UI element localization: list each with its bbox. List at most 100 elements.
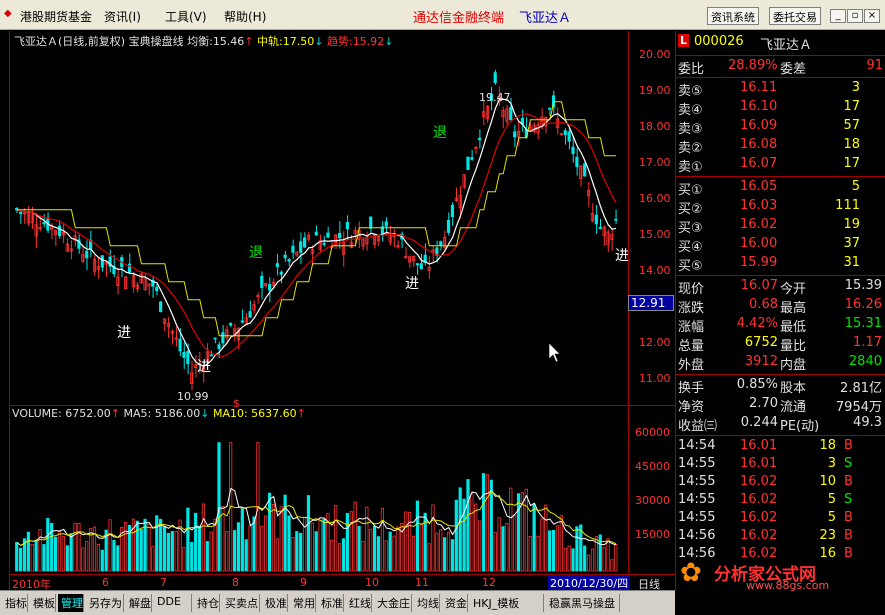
date-month-8: 8 <box>232 576 239 589</box>
volume-bar <box>213 518 217 572</box>
candle-body <box>302 237 307 248</box>
menu-help[interactable]: 帮助(H) <box>224 8 266 25</box>
tick-price: 16.02 <box>740 528 778 543</box>
date-month-6: 6 <box>102 576 109 589</box>
volume-value: 6752.00 <box>65 407 111 420</box>
info-system-button[interactable]: 资讯系统 <box>707 7 759 25</box>
candle-body <box>155 286 159 292</box>
volume-bar <box>100 549 104 572</box>
sell-level-label: 卖② <box>678 141 703 156</box>
tick-side: B <box>844 510 853 525</box>
bottom-tab[interactable]: 标准 <box>318 594 344 612</box>
close-icon[interactable]: × <box>864 9 880 23</box>
tick-row: 14:55 16.02 5 S <box>676 492 885 510</box>
sell-row[interactable]: 卖① 16.07 17 <box>676 156 885 175</box>
bottom-tab[interactable]: 指标 <box>2 594 28 612</box>
buy-row[interactable]: 买② 16.03 111 <box>676 198 885 217</box>
fundamental-value: 7954万 <box>835 400 882 415</box>
candle-body <box>299 241 303 253</box>
candle-body <box>337 232 342 239</box>
sell-row[interactable]: 卖③ 16.09 57 <box>676 118 885 137</box>
sell-row[interactable]: 卖② 16.08 18 <box>676 137 885 156</box>
bottom-tab[interactable]: 管理 <box>58 594 84 612</box>
minimize-icon[interactable]: _ <box>830 9 846 23</box>
candle-body <box>326 232 330 238</box>
restore-icon[interactable]: ▫ <box>847 9 863 23</box>
buy-row[interactable]: 买⑤ 15.99 31 <box>676 255 885 274</box>
volume-bar <box>81 547 85 572</box>
volume-bar <box>532 503 536 572</box>
candle-body <box>466 156 470 170</box>
candle-body <box>419 263 423 270</box>
bottom-tab[interactable]: 常用 <box>290 594 316 612</box>
sell-row[interactable]: 卖④ 16.10 17 <box>676 99 885 118</box>
buy-row[interactable]: 买① 16.05 5 <box>676 179 885 198</box>
stat-value: 3912 <box>744 354 778 369</box>
buy-price: 16.02 <box>740 217 778 232</box>
volume-bar <box>85 541 89 572</box>
bottom-tab[interactable]: 极准 <box>262 594 288 612</box>
menu-info[interactable]: 资讯(I) <box>104 8 141 25</box>
jin-mark: 进 <box>117 325 131 341</box>
fundamental-value: 0.244 <box>740 415 778 430</box>
buy-level-label: 买① <box>678 183 703 198</box>
candle-body <box>260 275 264 288</box>
volume-bar <box>50 522 54 572</box>
bottom-tab[interactable]: 模板 <box>30 594 56 612</box>
jin-mark: 进 <box>197 359 211 375</box>
volume-bar <box>209 531 213 572</box>
menu-bar: ◆ 港股期货基金 资讯(I) 工具(V) 帮助(H) 通达信金融终端 飞亚达Ａ … <box>0 0 885 30</box>
sell-row[interactable]: 卖⑤ 16.11 3 <box>676 80 885 99</box>
low-price-mark: 10.99 <box>177 390 209 403</box>
volume-bar <box>478 520 482 572</box>
candle-body <box>509 107 513 121</box>
bottom-tab[interactable]: 买卖点 <box>222 594 260 612</box>
bottom-tab[interactable]: 资金 <box>442 594 468 612</box>
menu-hk-futures[interactable]: 港股期货基金 <box>20 8 92 25</box>
buy-volume: 31 <box>843 255 860 270</box>
sell-price: 16.11 <box>740 80 778 95</box>
stat-label: 今开 <box>780 282 807 297</box>
buy-volume: 37 <box>843 236 860 251</box>
fundamental-value: 2.81亿 <box>840 381 882 396</box>
fundamental-value: 49.3 <box>853 415 882 430</box>
buy-row[interactable]: 买④ 16.00 37 <box>676 236 885 255</box>
bottom-tab[interactable]: HKJ_模板 <box>470 594 544 612</box>
volume-bar <box>201 503 206 572</box>
candle-body <box>213 337 217 340</box>
candle-body <box>594 214 598 225</box>
volume-bar <box>555 525 560 572</box>
volume-bar <box>435 532 439 572</box>
bottom-tab[interactable]: 稳赢黑马操盘 <box>546 594 620 612</box>
bottom-tab[interactable]: 持仓 <box>194 594 220 612</box>
volume-bar <box>330 539 334 572</box>
volume-bar <box>415 500 419 572</box>
candle-body <box>85 250 89 259</box>
volume-bar <box>357 525 361 572</box>
bottom-tab[interactable]: 大金庄 <box>374 594 412 612</box>
trade-button[interactable]: 委托交易 <box>769 7 821 25</box>
stat-value: 1.17 <box>853 335 882 350</box>
bottom-tab[interactable]: 均线 <box>414 594 440 612</box>
buy-row[interactable]: 买③ 16.02 19 <box>676 217 885 236</box>
bottom-tab[interactable]: 红线 <box>346 594 372 612</box>
bottom-tab[interactable]: 解盘 <box>126 594 152 612</box>
menu-tools[interactable]: 工具(V) <box>165 8 207 25</box>
volume-bar <box>159 518 163 572</box>
stat-label: 最低 <box>780 320 807 335</box>
tui-mark: 退 <box>433 125 447 141</box>
tick-row: 14:54 16.01 18 B <box>676 438 885 456</box>
tick-row: 14:56 16.02 16 B <box>676 546 885 564</box>
kline-chart[interactable]: 进进进进退退19.4710.99$ <box>11 45 628 407</box>
buy-level-label: 买③ <box>678 221 703 236</box>
volume-chart[interactable] <box>11 421 628 573</box>
volume-bar <box>69 533 73 572</box>
bottom-tab[interactable]: DDE <box>154 594 192 612</box>
ma5-value: 5186.00 <box>154 407 201 420</box>
tick-price: 16.02 <box>740 546 778 561</box>
volume-bar <box>404 511 408 572</box>
window-stock-name: 飞亚达Ａ <box>519 11 572 26</box>
bottom-tab[interactable]: 另存为 <box>86 594 124 612</box>
jin-mark: 进 <box>405 276 419 292</box>
volume-bar <box>579 524 583 572</box>
